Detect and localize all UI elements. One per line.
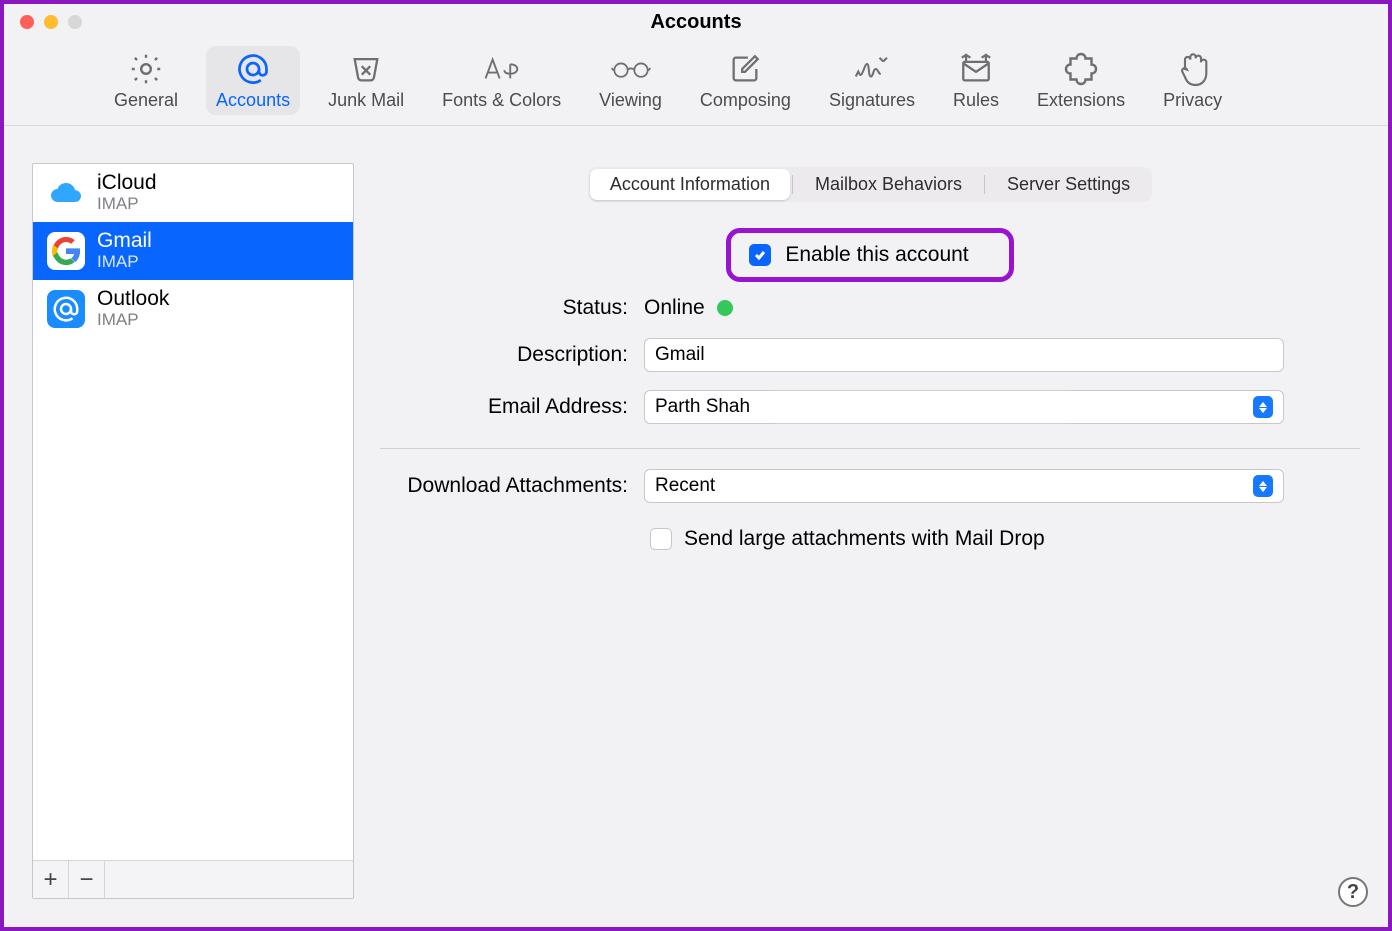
- trash-icon: [346, 52, 386, 86]
- remove-account-button[interactable]: −: [69, 861, 105, 898]
- account-gmail[interactable]: GmailIMAP: [33, 222, 353, 280]
- outlook-icon: [47, 290, 85, 328]
- hand-icon: [1173, 52, 1213, 86]
- tab-extensions[interactable]: Extensions: [1027, 46, 1135, 115]
- tab-rules[interactable]: Rules: [943, 46, 1009, 115]
- titlebar: Accounts: [4, 4, 1388, 40]
- tab-composing[interactable]: Composing: [690, 46, 801, 115]
- email-address-select[interactable]: Parth Shah: [644, 390, 1284, 424]
- chevron-updown-icon: [1253, 475, 1273, 497]
- tab-privacy[interactable]: Privacy: [1153, 46, 1232, 115]
- email-label: Email Address:: [380, 395, 628, 419]
- icloud-icon: [47, 174, 85, 212]
- download-attachments-select[interactable]: Recent: [644, 469, 1284, 503]
- maildrop-checkbox[interactable]: [650, 528, 672, 550]
- divider: [380, 448, 1360, 449]
- tab-fonts[interactable]: Fonts & Colors: [432, 46, 571, 115]
- add-account-button[interactable]: +: [33, 861, 69, 898]
- enable-account-checkbox[interactable]: [749, 244, 771, 266]
- gmail-icon: [47, 232, 85, 270]
- rules-icon: [956, 52, 996, 86]
- fonts-icon: [482, 52, 522, 86]
- chevron-updown-icon: [1253, 396, 1273, 418]
- tab-account-info[interactable]: Account Information: [590, 169, 790, 200]
- tab-signatures[interactable]: Signatures: [819, 46, 925, 115]
- account-tabs: Account Information Mailbox Behaviors Se…: [588, 167, 1152, 202]
- account-icloud[interactable]: iCloudIMAP: [33, 164, 353, 222]
- help-button[interactable]: ?: [1338, 877, 1368, 907]
- description-label: Description:: [380, 343, 628, 367]
- tab-general[interactable]: General: [104, 46, 188, 115]
- maildrop-label: Send large attachments with Mail Drop: [684, 527, 1045, 551]
- tab-junk[interactable]: Junk Mail: [318, 46, 414, 115]
- glasses-icon: [611, 52, 651, 86]
- tab-accounts[interactable]: Accounts: [206, 46, 300, 115]
- toolbar: General Accounts Junk Mail Fonts & Color…: [4, 40, 1388, 126]
- status-value: Online: [644, 296, 705, 320]
- tab-server-settings[interactable]: Server Settings: [987, 169, 1150, 200]
- at-icon: [233, 52, 273, 86]
- enable-account-highlight: Enable this account: [726, 228, 1013, 282]
- compose-icon: [725, 52, 765, 86]
- status-online-icon: [717, 300, 733, 316]
- tab-viewing[interactable]: Viewing: [589, 46, 672, 115]
- accounts-sidebar: iCloudIMAP GmailIMAP OutlookIMAP + −: [32, 163, 354, 899]
- window-title: Accounts: [4, 11, 1388, 34]
- gear-icon: [126, 52, 166, 86]
- enable-account-label: Enable this account: [785, 243, 968, 267]
- account-outlook[interactable]: OutlookIMAP: [33, 280, 353, 338]
- puzzle-icon: [1061, 52, 1101, 86]
- description-input[interactable]: [644, 338, 1284, 372]
- status-label: Status:: [380, 296, 628, 320]
- tab-mailbox-behaviors[interactable]: Mailbox Behaviors: [795, 169, 982, 200]
- signature-icon: [852, 52, 892, 86]
- download-label: Download Attachments:: [380, 474, 628, 498]
